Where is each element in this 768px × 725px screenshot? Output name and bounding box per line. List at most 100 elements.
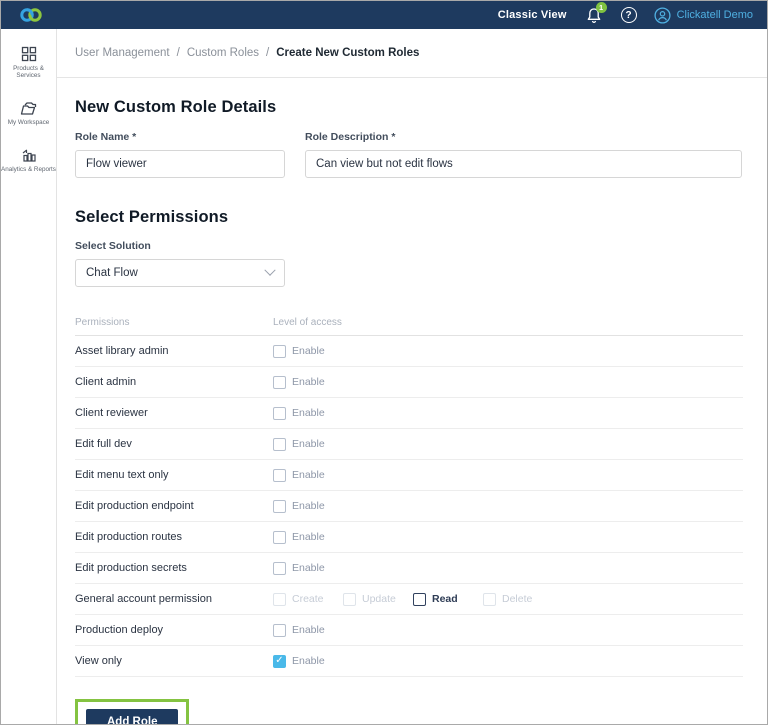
profile-icon bbox=[654, 6, 671, 24]
grid-icon bbox=[21, 46, 36, 62]
table-row: General account permission Create Update Re… bbox=[75, 584, 743, 615]
checkbox-icon[interactable] bbox=[413, 592, 426, 606]
checkbox-icon[interactable] bbox=[273, 406, 286, 420]
checkbox-icon[interactable] bbox=[273, 654, 286, 668]
option-label: Enable bbox=[292, 469, 325, 481]
table-row: Asset library admin Enable bbox=[75, 336, 743, 367]
column-header-permissions: Permissions bbox=[75, 317, 130, 328]
access-options: Enable bbox=[273, 468, 343, 482]
breadcrumb-custom-roles[interactable]: Custom Roles bbox=[187, 47, 259, 59]
permission-name: Client admin bbox=[75, 376, 137, 388]
permissions-table-header: Permissions Level of access bbox=[75, 317, 743, 336]
checkbox-icon[interactable] bbox=[273, 530, 286, 544]
option-label: Enable bbox=[292, 562, 325, 574]
annotation-highlight-box: Add Role bbox=[75, 699, 190, 724]
page-title: New Custom Role Details bbox=[75, 98, 277, 116]
access-options: Enable bbox=[273, 530, 343, 544]
permission-option-enable[interactable]: Enable bbox=[273, 344, 343, 358]
option-label: Enable bbox=[292, 407, 325, 419]
permission-name: Asset library admin bbox=[75, 345, 169, 357]
breadcrumb-current-page: Create New Custom Roles bbox=[276, 47, 420, 59]
role-description-label: Role Description * bbox=[305, 131, 396, 143]
access-options: Enable bbox=[273, 344, 343, 358]
sidebar-item-label: My Workspace bbox=[7, 118, 50, 126]
breadcrumb-separator: / bbox=[176, 47, 180, 59]
solution-dropdown-value: Chat Flow bbox=[86, 267, 138, 279]
select-permissions-heading: Select Permissions bbox=[75, 208, 229, 226]
permission-option-enable[interactable]: Enable bbox=[273, 468, 343, 482]
option-label: Enable bbox=[292, 345, 325, 357]
option-label: Read bbox=[432, 593, 458, 605]
classic-view-link[interactable]: Classic View bbox=[498, 9, 567, 21]
column-header-level-of-access: Level of access bbox=[273, 317, 342, 328]
checkbox-icon[interactable] bbox=[273, 623, 286, 637]
option-label: Enable bbox=[292, 655, 325, 667]
permission-name: Client reviewer bbox=[75, 407, 148, 419]
help-button[interactable]: ? bbox=[620, 7, 637, 23]
checkbox-icon bbox=[343, 592, 356, 606]
clickatell-logo-icon[interactable] bbox=[17, 6, 45, 24]
breadcrumb-user-management[interactable]: User Management bbox=[75, 47, 170, 59]
permission-option-enable[interactable]: Enable bbox=[273, 623, 343, 637]
option-label: Delete bbox=[502, 593, 533, 605]
checkbox-icon[interactable] bbox=[273, 437, 286, 451]
option-label: Enable bbox=[292, 624, 325, 636]
option-label: Enable bbox=[292, 500, 325, 512]
breadcrumb: User Management / Custom Roles / Create … bbox=[75, 47, 419, 59]
select-solution-label: Select Solution bbox=[75, 240, 151, 252]
notifications-button[interactable]: 1 bbox=[584, 2, 607, 25]
sidebar-item-products-services[interactable]: Products & Services bbox=[1, 45, 56, 80]
checkbox-icon[interactable] bbox=[273, 344, 286, 358]
account-menu[interactable]: Clickatell Demo bbox=[654, 6, 753, 24]
permission-name: Edit production secrets bbox=[75, 562, 187, 574]
table-row: Edit production endpoint Enable bbox=[75, 491, 743, 522]
role-name-input[interactable] bbox=[75, 150, 285, 178]
permission-option-enable[interactable]: Enable bbox=[273, 437, 343, 451]
checkbox-icon bbox=[483, 592, 496, 606]
permission-name: Edit full dev bbox=[75, 438, 132, 450]
permissions-table: Permissions Level of access Asset librar… bbox=[75, 317, 743, 677]
role-name-label: Role Name * bbox=[75, 131, 137, 143]
folder-icon bbox=[20, 102, 37, 115]
notification-count-badge: 1 bbox=[595, 2, 607, 13]
access-options: Enable bbox=[273, 406, 343, 420]
access-options: Enable bbox=[273, 437, 343, 451]
permission-name: Edit production routes bbox=[75, 531, 183, 543]
table-row: Edit full dev Enable bbox=[75, 429, 743, 460]
question-mark-icon: ? bbox=[625, 9, 632, 21]
permission-option-enable[interactable]: Enable bbox=[273, 530, 343, 544]
permission-option-update: Update bbox=[343, 592, 413, 606]
table-row: Production deploy Enable bbox=[75, 615, 743, 646]
bar-chart-icon bbox=[22, 149, 36, 162]
sidebar-item-my-workspace[interactable]: My Workspace bbox=[1, 100, 56, 127]
permission-name: Edit production endpoint bbox=[75, 500, 194, 512]
left-sidebar: Products & Services My Workspace Analyti… bbox=[1, 29, 57, 724]
permission-option-enable[interactable]: Enable bbox=[273, 561, 343, 575]
permission-name: Production deploy bbox=[75, 624, 164, 636]
option-label: Enable bbox=[292, 438, 325, 450]
access-options: Enable bbox=[273, 623, 343, 637]
chevron-down-icon bbox=[264, 264, 276, 276]
permission-option-enable[interactable]: Enable bbox=[273, 654, 343, 668]
sidebar-item-analytics-reports[interactable]: Analytics & Reports bbox=[1, 147, 56, 174]
checkbox-icon[interactable] bbox=[273, 561, 286, 575]
sidebar-item-label: Products & Services bbox=[13, 65, 44, 79]
role-description-input[interactable] bbox=[305, 150, 742, 178]
checkbox-icon[interactable] bbox=[273, 468, 286, 482]
table-row: Client admin Enable bbox=[75, 367, 743, 398]
breadcrumb-bar: User Management / Custom Roles / Create … bbox=[57, 29, 767, 78]
solution-dropdown[interactable]: Chat Flow bbox=[75, 259, 285, 287]
permission-option-enable[interactable]: Enable bbox=[273, 499, 343, 513]
permission-option-enable[interactable]: Enable bbox=[273, 406, 343, 420]
permission-option-create: Create bbox=[273, 592, 343, 606]
checkbox-icon[interactable] bbox=[273, 499, 286, 513]
checkbox-icon[interactable] bbox=[273, 375, 286, 389]
permission-option-read[interactable]: Read bbox=[413, 592, 483, 606]
permission-option-delete: Delete bbox=[483, 592, 553, 606]
permission-name: Edit menu text only bbox=[75, 469, 169, 481]
permission-option-enable[interactable]: Enable bbox=[273, 375, 343, 389]
checkbox-icon bbox=[273, 592, 286, 606]
add-role-button[interactable]: Add Role bbox=[86, 709, 179, 724]
main-content: User Management / Custom Roles / Create … bbox=[57, 29, 767, 724]
user-name: Clickatell Demo bbox=[676, 9, 753, 21]
